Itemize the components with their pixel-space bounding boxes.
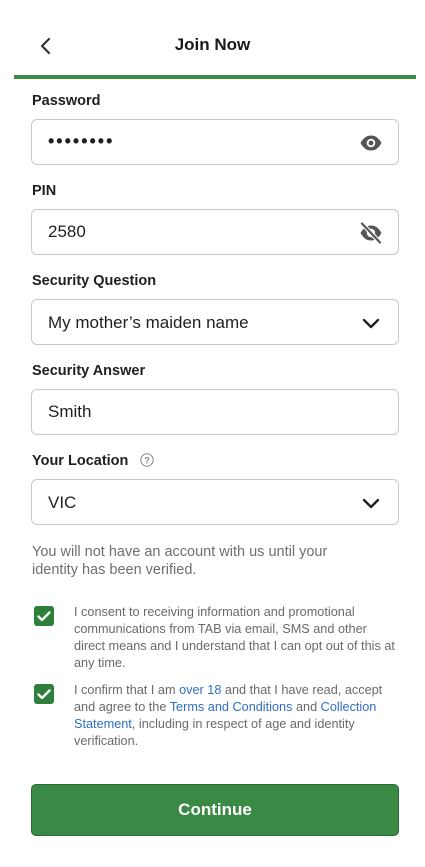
pin-label: PIN (32, 183, 57, 199)
svg-text:?: ? (145, 455, 151, 465)
password-field[interactable]: •••••••• (31, 119, 399, 165)
age-consent-checkbox[interactable] (34, 684, 54, 704)
security-answer-input[interactable] (48, 390, 338, 434)
location-label-text: Your Location (32, 453, 129, 469)
terms-link[interactable]: Terms and Conditions (170, 700, 293, 714)
password-value: •••••••• (48, 131, 115, 151)
progress-bar (14, 75, 416, 79)
show-password-button[interactable] (358, 130, 384, 156)
pin-input[interactable] (48, 210, 338, 254)
location-dropdown[interactable] (358, 490, 384, 516)
age-consent-text: I confirm that I am over 18 and that I h… (74, 682, 400, 750)
age-consent-part1: I confirm that I am (74, 683, 180, 697)
chevron-down-icon (362, 498, 380, 509)
checkmark-icon (37, 688, 51, 699)
continue-button[interactable]: Continue (31, 784, 399, 836)
over-18-link[interactable]: over 18 (179, 683, 221, 697)
age-consent-part3: and (292, 700, 321, 714)
chevron-down-icon (362, 318, 380, 329)
page-title: Join Now (174, 35, 251, 54)
security-answer-field[interactable] (31, 389, 399, 435)
security-question-label: Security Question (32, 273, 157, 289)
location-label: Your Location ? (32, 453, 155, 469)
security-answer-label: Security Answer (32, 363, 146, 379)
password-label: Password (32, 93, 101, 109)
pin-field[interactable] (31, 209, 399, 255)
security-question-select[interactable]: My mother’s maiden name (31, 299, 399, 345)
progress-fill (14, 75, 416, 79)
verification-notice: You will not have an account with us unt… (32, 544, 328, 578)
marketing-consent-text: I consent to receiving information and p… (74, 605, 395, 670)
location-select[interactable]: VIC (31, 479, 399, 525)
eye-off-icon (359, 222, 383, 244)
checkmark-icon (37, 610, 51, 621)
location-value: VIC (48, 493, 77, 512)
marketing-consent-checkbox[interactable] (34, 606, 54, 626)
eye-icon (360, 135, 382, 151)
help-circle-icon: ? (140, 453, 155, 467)
security-question-dropdown[interactable] (358, 310, 384, 336)
hide-pin-button[interactable] (358, 220, 384, 246)
help-button[interactable]: ? (140, 453, 155, 467)
security-question-value: My mother’s maiden name (48, 313, 249, 332)
header: Join Now (0, 0, 425, 79)
